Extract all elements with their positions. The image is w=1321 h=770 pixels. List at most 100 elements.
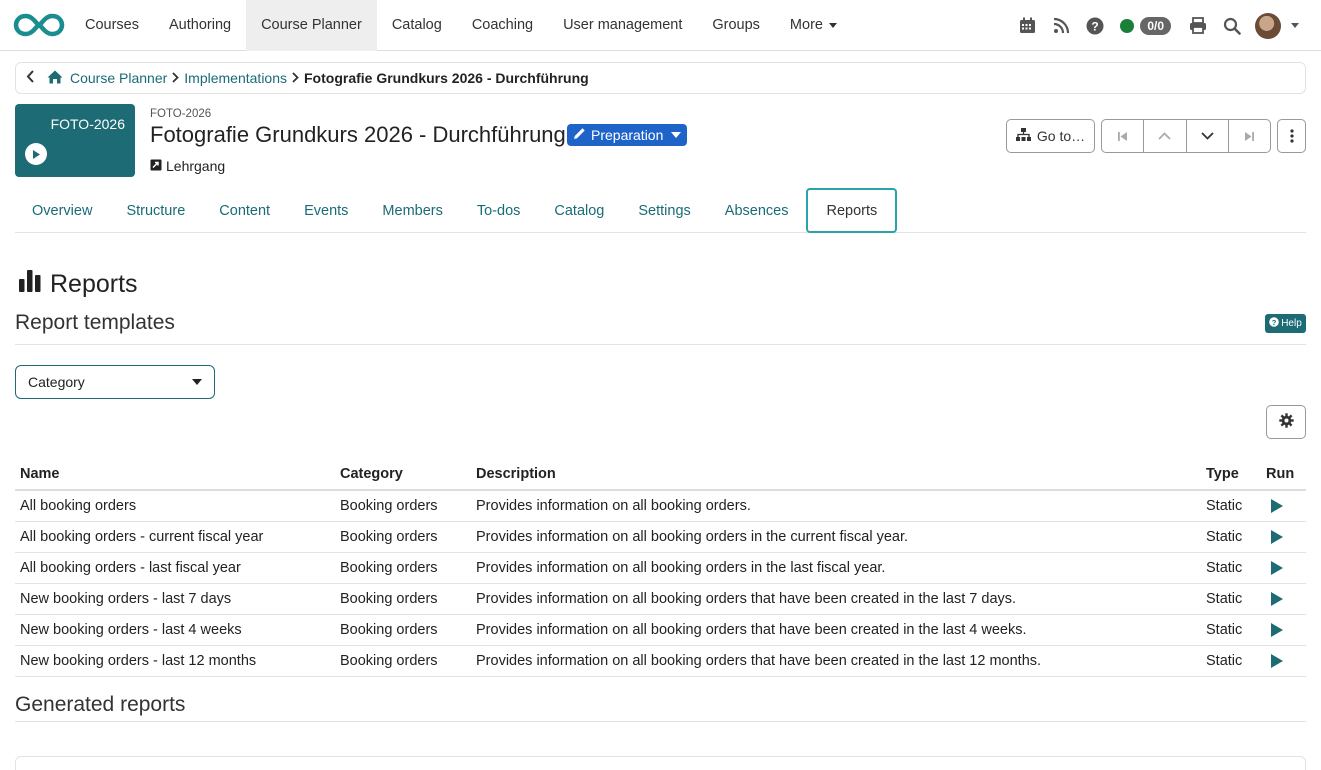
cell-run [1261,521,1306,553]
cell-type: Static [1201,490,1261,522]
cell-type: Static [1201,645,1261,677]
nav-item-user-management[interactable]: User management [548,0,697,51]
cell-run [1261,614,1306,646]
caret-down-icon [671,132,681,138]
first-page-icon[interactable] [1102,120,1145,152]
breadcrumb-course-planner[interactable]: Course Planner [70,70,167,86]
online-status-indicator[interactable] [1120,18,1135,33]
goto-label: Go to… [1036,128,1086,144]
tab-structure[interactable]: Structure [109,190,202,233]
tab-events[interactable]: Events [287,190,365,233]
status-label: Preparation [591,127,664,143]
play-icon[interactable] [25,143,47,165]
tab-members[interactable]: Members [365,190,459,233]
tab-absences[interactable]: Absences [708,190,806,233]
calendar-icon[interactable] [1010,9,1044,43]
rss-icon[interactable] [1044,9,1078,43]
tab-settings[interactable]: Settings [621,190,707,233]
table-row: All booking orders Booking orders Provides… [15,490,1306,522]
tab-bar: Overview Structure Content Events Members To-… [15,188,1306,233]
run-report-icon[interactable] [1271,653,1283,668]
cell-category: Booking orders [335,645,471,677]
cell-name: New booking orders - last 7 days [15,583,335,615]
caret-down-icon [828,22,837,28]
nav-item-groups[interactable]: Groups [697,0,775,51]
nav-item-label: Groups [712,17,760,33]
cell-type: Static [1201,614,1261,646]
cell-category: Booking orders [335,521,471,553]
svg-text:?: ? [1092,19,1099,33]
chevron-down-icon[interactable] [1187,120,1229,152]
page-title: Fotografie Grundkurs 2026 - Durchführung [150,122,566,147]
chevron-right-icon [292,71,299,86]
nav-item-label: Coaching [471,17,534,33]
cell-run [1261,583,1306,615]
back-arrow-icon[interactable] [26,70,35,86]
column-header-category[interactable]: Category [335,458,471,491]
goto-button[interactable]: Go to… [1006,119,1095,153]
tab-catalog[interactable]: Catalog [537,190,621,233]
last-page-icon[interactable] [1229,120,1270,152]
nav-item-label: More [789,17,823,33]
nav-item-course-planner[interactable]: Course Planner [246,0,377,51]
tab-content[interactable]: Content [202,190,287,233]
run-report-icon[interactable] [1271,560,1283,575]
nav-item-more[interactable]: More [775,0,852,51]
home-icon[interactable] [47,70,63,87]
chevron-up-icon[interactable] [1144,120,1187,152]
table-row: All booking orders - current fiscal year… [15,521,1306,553]
status-dropdown[interactable]: Preparation [567,124,687,146]
nav-item-label: Courses [85,17,139,33]
course-tile: FOTO-2026 [15,104,135,177]
nav-item-courses[interactable]: Courses [70,0,154,51]
pager [1101,119,1271,153]
pencil-icon [573,127,586,143]
generated-reports-title: Generated reports [15,693,186,716]
breadcrumb-current: Fotografie Grundkurs 2026 - Durchführung [304,70,589,86]
cell-description: Provides information on all booking orde… [471,490,1201,522]
generated-reports-panel [15,756,1306,770]
nav-item-label: Course Planner [261,17,362,33]
tab-to-dos[interactable]: To-dos [460,190,538,233]
table-row: All booking orders - last fiscal year Boo… [15,552,1306,584]
tab-reports[interactable]: Reports [806,188,898,233]
help-icon[interactable]: ? [1078,9,1112,43]
cell-name: All booking orders - last fiscal year [15,552,335,584]
section-divider [15,721,1306,722]
column-header-type[interactable]: Type [1201,458,1261,491]
notification-badge[interactable]: 0/0 [1140,16,1171,35]
table-settings-button[interactable] [1266,405,1306,439]
svg-text:?: ? [1272,318,1277,327]
column-header-description[interactable]: Description [471,458,1201,491]
print-icon[interactable] [1181,9,1215,43]
cell-run [1261,645,1306,677]
user-avatar[interactable] [1255,12,1281,39]
breadcrumb-implementations[interactable]: Implementations [184,70,287,86]
cell-description: Provides information on all booking orde… [471,614,1201,646]
run-report-icon[interactable] [1271,498,1283,513]
nav-item-label: User management [563,17,683,33]
cell-name: All booking orders - current fiscal year [15,521,335,553]
column-header-run: Run [1261,458,1306,491]
caret-down-icon [192,379,202,385]
category-filter-select[interactable]: Category [15,365,215,399]
run-report-icon[interactable] [1271,529,1283,544]
nav-item-authoring[interactable]: Authoring [154,0,246,51]
column-header-name[interactable]: Name [15,458,335,491]
run-report-icon[interactable] [1271,591,1283,606]
cell-type: Static [1201,583,1261,615]
logo-icon[interactable] [0,0,70,51]
cell-description: Provides information on all booking orde… [471,583,1201,615]
nav-item-catalog[interactable]: Catalog [377,0,457,51]
table-header-row: Name Category Description Type Run [15,458,1306,491]
chevron-down-icon[interactable] [1291,23,1299,28]
help-button[interactable]: ? Help [1265,314,1306,333]
category-filter-label: Category [28,374,85,390]
course-type-label: Lehrgang [166,158,226,174]
run-report-icon[interactable] [1271,622,1283,637]
nav-item-coaching[interactable]: Coaching [457,0,548,51]
search-icon[interactable] [1215,9,1249,43]
more-options-icon[interactable] [1277,119,1306,153]
sitemap-icon [1015,128,1031,144]
tab-overview[interactable]: Overview [15,190,109,233]
